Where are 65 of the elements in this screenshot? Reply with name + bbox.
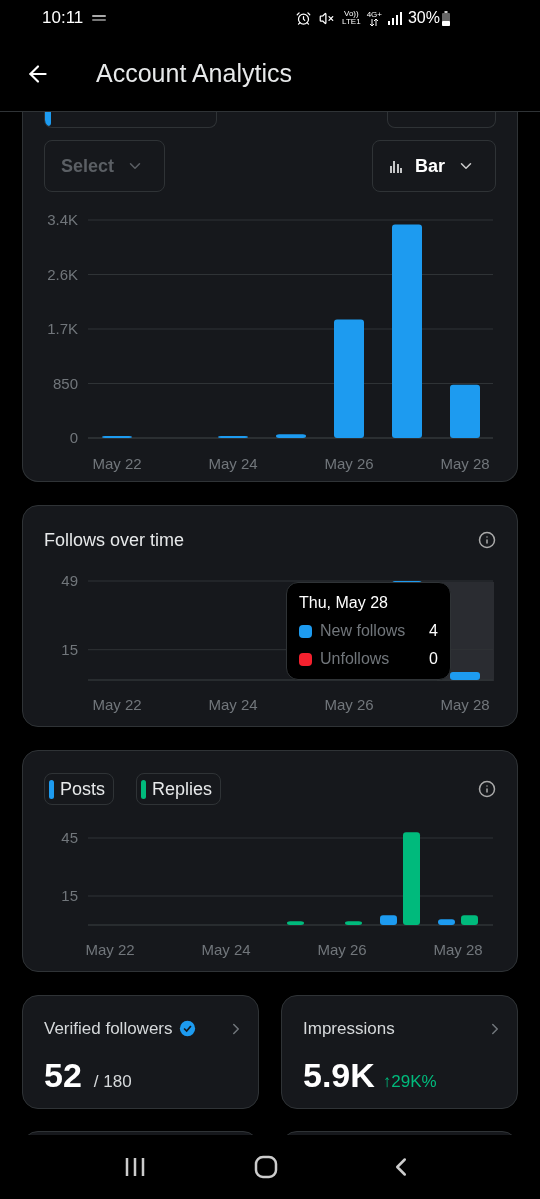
card-title: Follows over time [44,528,185,552]
axis-label: 2.6K [47,265,78,283]
bar [438,919,455,925]
data-arrows-icon [369,18,380,26]
battery-percent: 30% [407,8,440,28]
axis-label: May 24 [208,695,258,715]
stat-value: 5.9K [303,1054,375,1096]
stat-card[interactable]: Impressions 5.9K ↑29K% [281,995,518,1109]
alarm-icon [296,10,312,26]
axis-label: May 24 [208,454,258,474]
axis-label: May 22 [85,940,135,960]
axis-label: May 24 [201,940,251,960]
stat-total: / 180 [93,1070,132,1093]
clock: 10:11 [42,7,84,30]
info-icon[interactable] [478,780,496,798]
recent-apps-icon [124,1156,146,1178]
stat-card[interactable]: Verified followers 52 / 180 [22,995,259,1109]
stat-label: Verified followers [44,1018,173,1040]
bar-chart-icon [389,159,403,173]
tooltip-label: New follows [320,621,407,641]
axis-label: May 26 [317,940,367,960]
axis-label: May 22 [92,695,142,715]
stat-value: 52 [44,1054,82,1096]
chart-type-dropdown[interactable]: Bar [372,140,496,192]
axis-label: 45 [61,829,78,847]
legend-chip[interactable]: Posts [44,773,115,805]
axis-label: 15 [61,887,78,905]
bar [450,671,480,680]
network-label: LTE1 [342,18,361,26]
legend-chip[interactable]: Replies [136,773,222,805]
data-label: 4G+ [366,10,382,19]
axis-label: 15 [61,640,78,658]
signal-icon [387,11,402,25]
stat-change: ↑29K% [382,1070,437,1093]
page-title: Account Analytics [96,57,292,89]
axis-label: 49 [61,572,78,590]
mute-icon [319,10,335,26]
axis-label: May 28 [440,695,490,715]
legend-marker [45,112,51,126]
axis-label: May 26 [324,454,374,474]
battery-icon [442,10,450,26]
axis-label: 1.7K [47,320,78,338]
network-label: Vo)) [344,10,359,18]
filter-chip[interactable] [44,112,217,128]
bar [345,921,362,925]
axis-label: 0 [69,429,78,447]
tooltip-value: 4 [429,621,438,641]
axis-label: May 28 [433,940,483,960]
axis-label: May 26 [324,695,374,715]
bar [450,384,480,438]
bar [461,915,478,925]
axis-label: 850 [52,374,78,392]
notification-icon [91,14,108,22]
tooltip-title: Thu, May 28 [299,593,389,613]
home-icon [254,1155,278,1179]
bar [380,915,397,925]
bar [276,434,306,438]
axis-label: 3.4K [47,211,78,229]
bar [287,921,304,925]
info-icon[interactable] [478,531,496,549]
tooltip-value: 0 [429,649,438,669]
tooltip-label: Unfollows [320,649,391,669]
stat-label: Impressions [303,1018,395,1040]
axis-label: May 28 [440,454,490,474]
axis-label: May 22 [92,454,142,474]
